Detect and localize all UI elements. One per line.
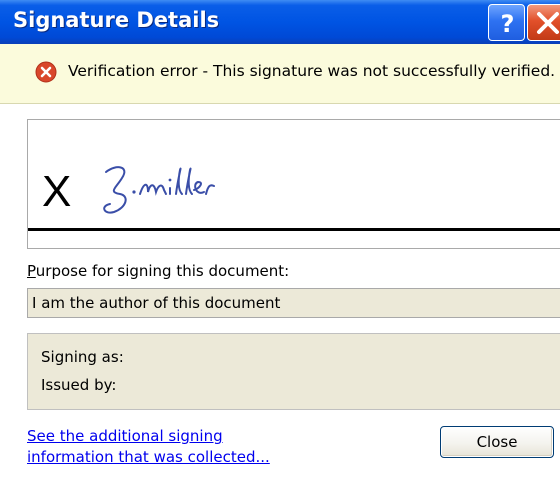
window-title: Signature Details — [13, 8, 220, 32]
purpose-field[interactable]: I am the author of this document — [27, 288, 560, 318]
additional-info-link-line2[interactable]: information that was collected... — [27, 448, 270, 466]
close-icon — [537, 12, 559, 34]
help-icon: ? — [501, 10, 515, 38]
verification-message: Verification error - This signature was … — [68, 62, 556, 80]
certificate-info-box: Signing as: Issued by: — [27, 333, 560, 410]
title-bar[interactable]: Signature Details ? — [0, 0, 560, 44]
signature-x-mark: X — [42, 167, 72, 216]
help-button[interactable]: ? — [488, 4, 525, 41]
handwritten-signature — [103, 166, 215, 214]
verification-banner: Verification error - This signature was … — [0, 44, 560, 104]
close-button[interactable]: Close — [440, 426, 554, 458]
signing-as-label: Signing as: — [41, 348, 124, 366]
purpose-label: Purpose for signing this document: — [27, 262, 290, 280]
issued-by-label: Issued by: — [41, 376, 117, 394]
purpose-value: I am the author of this document — [32, 294, 281, 312]
additional-info-link-line1[interactable]: See the additional signing — [27, 427, 223, 445]
error-icon — [35, 61, 57, 83]
signature-box: X — [27, 119, 560, 249]
svg-text:?: ? — [501, 10, 515, 38]
window-close-button[interactable] — [527, 4, 560, 41]
signature-line — [28, 228, 560, 231]
dialog-body: X Purpose for signing this document: I a… — [0, 104, 560, 480]
